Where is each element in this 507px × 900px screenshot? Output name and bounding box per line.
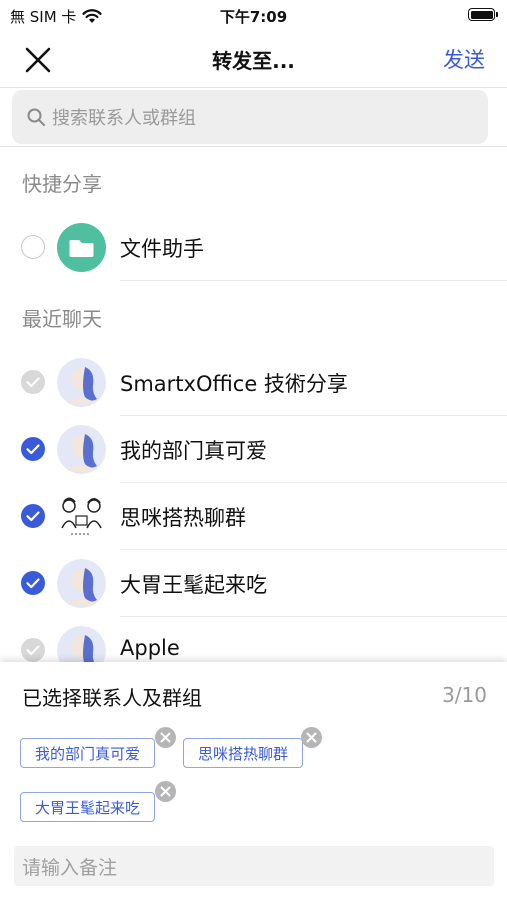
folder-avatar (57, 223, 106, 272)
select-checkbox[interactable] (21, 504, 45, 528)
check-icon (26, 645, 40, 656)
send-button[interactable]: 发送 (443, 44, 485, 74)
remove-chip-button[interactable] (155, 727, 176, 748)
select-checkbox[interactable] (21, 370, 45, 394)
selected-chip[interactable]: 我的部门真可爱 (20, 738, 156, 768)
list-item-label: 大胃王髦起来吃 (120, 573, 267, 597)
chip-label: 大胃王髦起来吃 (35, 798, 141, 817)
list-item-chat[interactable]: 我的部门真可爱 (0, 416, 507, 483)
default-avatar-icon (57, 358, 106, 407)
nav-bar: 转发至... 发送 (0, 30, 507, 88)
chip-label: 我的部门真可爱 (35, 744, 141, 763)
list-item-label: 我的部门真可爱 (120, 439, 267, 463)
select-checkbox[interactable] (21, 571, 45, 595)
search-input[interactable]: 搜索联系人或群组 (12, 90, 488, 144)
check-icon (26, 444, 40, 455)
list-item-label: SmartxOffice 技術分享 (120, 372, 348, 396)
divider (0, 146, 507, 147)
status-bar: 無 SIM 卡 下午7:09 (0, 0, 507, 30)
list-item-label: Apple (120, 636, 180, 660)
default-avatar-icon (57, 425, 106, 474)
list-item-chat[interactable]: 思咪搭热聊群 (0, 483, 507, 550)
search-icon (27, 108, 45, 126)
list-item-chat[interactable]: SmartxOffice 技術分享 (0, 349, 507, 416)
remove-chip-button[interactable] (155, 781, 176, 802)
list-item-label: 文件助手 (120, 237, 204, 261)
group-avatar (57, 492, 106, 541)
close-icon (160, 786, 171, 797)
selected-chip[interactable]: 大胃王髦起来吃 (20, 792, 156, 822)
selected-count: 3/10 (442, 683, 487, 707)
folder-icon (69, 240, 94, 257)
list-item-chat[interactable]: 大胃王髦起来吃 (0, 550, 507, 617)
check-icon (26, 377, 40, 388)
sketch-avatar-icon (57, 492, 106, 541)
selected-panel-title: 已选择联系人及群组 (22, 686, 202, 710)
search-placeholder: 搜索联系人或群组 (52, 108, 196, 129)
group-avatar (57, 425, 106, 474)
default-avatar-icon (57, 559, 106, 608)
group-avatar (57, 358, 106, 407)
check-icon (26, 578, 40, 589)
note-input[interactable]: 请输入备注 (14, 846, 494, 886)
battery-icon (468, 8, 498, 21)
select-checkbox[interactable] (21, 437, 45, 461)
select-checkbox[interactable] (21, 235, 45, 259)
close-icon (306, 732, 317, 743)
page-title: 转发至... (212, 49, 295, 73)
remove-chip-button[interactable] (301, 727, 322, 748)
status-time: 下午7:09 (219, 8, 288, 26)
selected-panel: 已选择联系人及群组 3/10 我的部门真可爱 思咪搭热聊群 大胃王髦起来吃 请输… (0, 662, 507, 900)
list-item-file-assistant[interactable]: 文件助手 (0, 214, 507, 281)
check-icon (26, 511, 40, 522)
selected-chip[interactable]: 思咪搭热聊群 (183, 738, 304, 768)
chip-label: 思咪搭热聊群 (198, 744, 289, 763)
note-placeholder: 请输入备注 (22, 856, 118, 879)
close-icon (160, 732, 171, 743)
select-checkbox[interactable] (21, 638, 45, 662)
divider (120, 280, 507, 281)
list-item-label: 思咪搭热聊群 (120, 506, 246, 530)
section-header-recent-chats: 最近聊天 (22, 307, 102, 331)
section-header-quick-share: 快捷分享 (22, 172, 102, 196)
group-avatar (57, 559, 106, 608)
